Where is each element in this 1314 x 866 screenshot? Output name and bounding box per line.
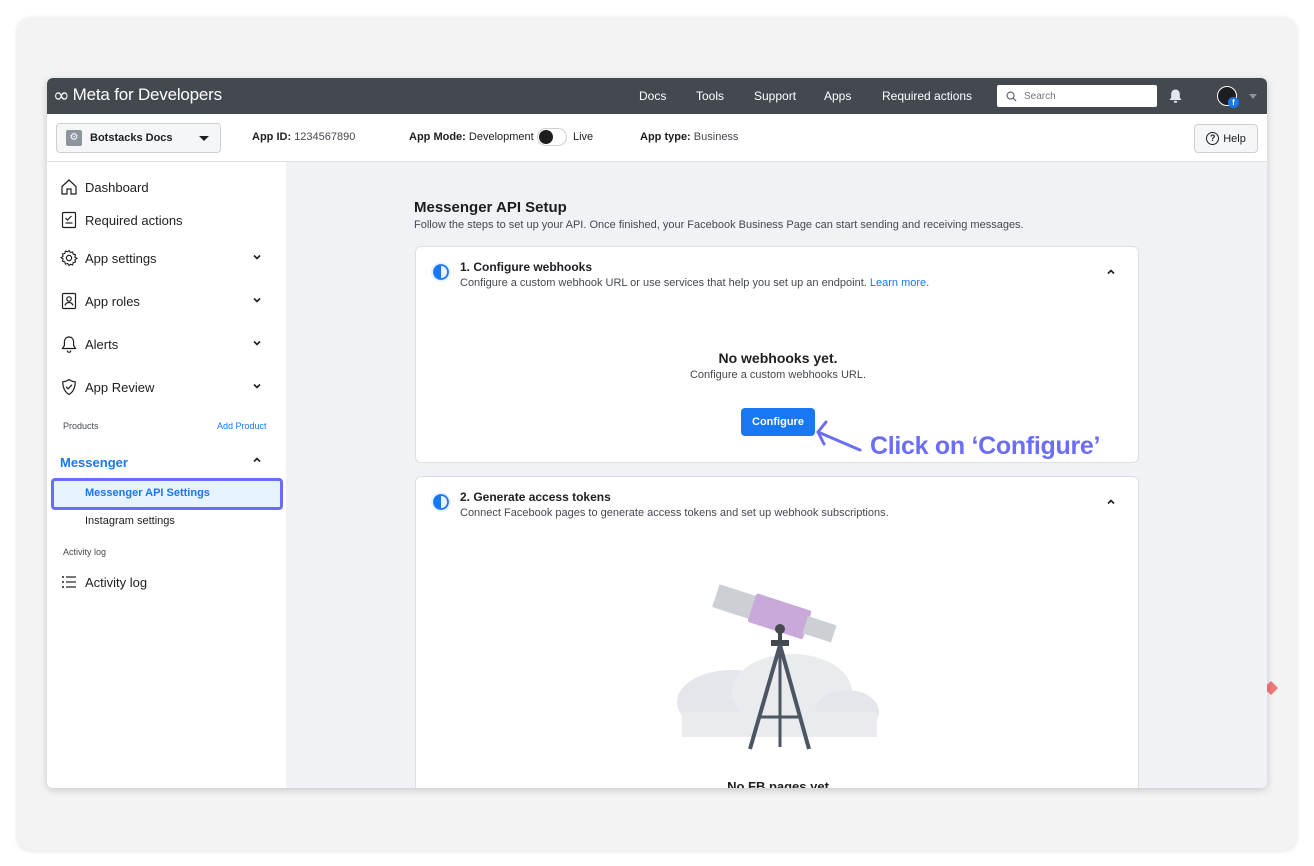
app-selector-dropdown[interactable]: ⚙ Botstacks Docs bbox=[56, 123, 221, 153]
page-title: Messenger API Setup bbox=[414, 199, 567, 216]
app-bar: ⚙ Botstacks Docs App ID: 1234567890 App … bbox=[47, 114, 1267, 162]
app-id: App ID: 1234567890 bbox=[252, 131, 356, 143]
sidebar-item-app-roles[interactable]: App roles bbox=[60, 292, 140, 310]
account-menu-caret-icon[interactable] bbox=[1249, 94, 1257, 99]
sidebar-item-label: Dashboard bbox=[85, 179, 149, 195]
user-avatar[interactable]: f bbox=[1217, 86, 1239, 108]
sidebar-item-label: Activity log bbox=[85, 574, 148, 590]
help-button[interactable]: ? Help bbox=[1194, 124, 1258, 153]
bell-icon bbox=[61, 336, 77, 353]
products-section-label: Products bbox=[63, 421, 99, 431]
chevron-down-icon bbox=[199, 136, 209, 141]
sidebar-item-label: App roles bbox=[85, 293, 140, 309]
list-icon bbox=[62, 576, 76, 588]
sidebar-item-dashboard[interactable]: Dashboard bbox=[60, 178, 149, 196]
chevron-up-icon[interactable] bbox=[252, 455, 262, 468]
card-description: Configure a custom webhook URL or use se… bbox=[460, 277, 930, 289]
sidebar-item-label: App Review bbox=[85, 379, 155, 395]
chevron-down-icon[interactable] bbox=[252, 295, 262, 308]
page-subtitle: Follow the steps to set up your API. Onc… bbox=[414, 219, 1024, 231]
nav-link-docs[interactable]: Docs bbox=[639, 89, 666, 103]
nav-link-apps[interactable]: Apps bbox=[824, 89, 851, 103]
search-input[interactable] bbox=[1024, 90, 1144, 102]
nav-link-tools[interactable]: Tools bbox=[696, 89, 724, 103]
help-label: Help bbox=[1223, 132, 1246, 145]
activity-section-label: Activity log bbox=[63, 547, 107, 557]
app-type: App type: Business bbox=[640, 131, 739, 143]
progress-half-icon bbox=[431, 492, 451, 512]
app-gear-icon: ⚙ bbox=[66, 130, 82, 146]
top-navigation: ∞ Meta for Developers Docs Tools Support… bbox=[47, 78, 1267, 114]
progress-half-icon bbox=[431, 262, 451, 282]
annotation-arrow-icon bbox=[816, 420, 862, 452]
sidebar-item-label: Alerts bbox=[85, 336, 119, 352]
card-description: Connect Facebook pages to generate acces… bbox=[460, 507, 889, 519]
configure-button[interactable]: Configure bbox=[741, 408, 815, 436]
main-content: Messenger API Setup Follow the steps to … bbox=[286, 162, 1267, 788]
search-box[interactable] bbox=[997, 85, 1157, 107]
generate-access-tokens-card: 2. Generate access tokens Connect Facebo… bbox=[415, 476, 1139, 788]
sidebar-item-messenger[interactable]: Messenger bbox=[60, 455, 128, 470]
home-icon bbox=[61, 179, 77, 195]
app-name: Botstacks Docs bbox=[90, 132, 173, 144]
app-mode-toggle[interactable] bbox=[537, 128, 567, 146]
id-badge-icon bbox=[61, 292, 77, 310]
chevron-up-icon[interactable] bbox=[1106, 497, 1116, 507]
sidebar-item-alerts[interactable]: Alerts bbox=[60, 335, 118, 353]
gear-icon bbox=[60, 249, 78, 267]
help-question-icon: ? bbox=[1206, 132, 1220, 145]
toggle-knob bbox=[539, 130, 553, 144]
telescope-illustration bbox=[677, 584, 879, 750]
logo-text: Meta for Developers bbox=[72, 85, 222, 104]
notifications-bell-icon[interactable] bbox=[1168, 88, 1183, 104]
checklist-icon bbox=[61, 211, 77, 229]
meta-logo[interactable]: ∞ Meta for Developers bbox=[53, 85, 222, 105]
card-title: 2. Generate access tokens bbox=[460, 490, 611, 504]
sidebar: Dashboard Required actions App settings … bbox=[47, 162, 286, 788]
meta-infinity-icon: ∞ bbox=[53, 83, 70, 107]
chevron-down-icon[interactable] bbox=[252, 338, 262, 351]
sidebar-item-app-settings[interactable]: App settings bbox=[60, 249, 157, 267]
sidebar-subitem-messenger-api-settings[interactable]: Messenger API Settings bbox=[85, 487, 210, 499]
chevron-down-icon[interactable] bbox=[252, 381, 262, 394]
sidebar-item-required-actions[interactable]: Required actions bbox=[60, 211, 183, 229]
search-icon bbox=[1006, 91, 1017, 102]
sidebar-item-label: Required actions bbox=[85, 212, 183, 228]
app-mode: App Mode: Development bbox=[409, 131, 534, 143]
sidebar-item-activity-log[interactable]: Activity log bbox=[60, 573, 147, 591]
live-label: Live bbox=[573, 131, 594, 143]
sidebar-item-app-review[interactable]: App Review bbox=[60, 378, 154, 396]
empty-state-title: No webhooks yet. bbox=[718, 350, 838, 366]
configure-webhooks-card: 1. Configure webhooks Configure a custom… bbox=[415, 246, 1139, 463]
learn-more-link[interactable]: Learn more. bbox=[870, 277, 929, 289]
chevron-up-icon[interactable] bbox=[1106, 267, 1116, 277]
add-product-link[interactable]: Add Product bbox=[217, 421, 267, 431]
card-title: 1. Configure webhooks bbox=[460, 260, 593, 274]
shield-check-icon bbox=[62, 378, 76, 396]
nav-link-support[interactable]: Support bbox=[754, 89, 796, 103]
nav-link-required-actions[interactable]: Required actions bbox=[882, 89, 972, 103]
empty-state-subtitle: Configure a custom webhooks URL. bbox=[689, 369, 867, 381]
chevron-down-icon[interactable] bbox=[252, 252, 262, 265]
empty-state-title: No FB pages yet bbox=[727, 779, 829, 788]
facebook-badge-icon: f bbox=[1228, 97, 1239, 108]
sidebar-subitem-instagram-settings[interactable]: Instagram settings bbox=[85, 515, 175, 527]
annotation-text: Click on ‘Configure’ bbox=[870, 432, 1101, 460]
sidebar-item-label: App settings bbox=[85, 250, 157, 266]
